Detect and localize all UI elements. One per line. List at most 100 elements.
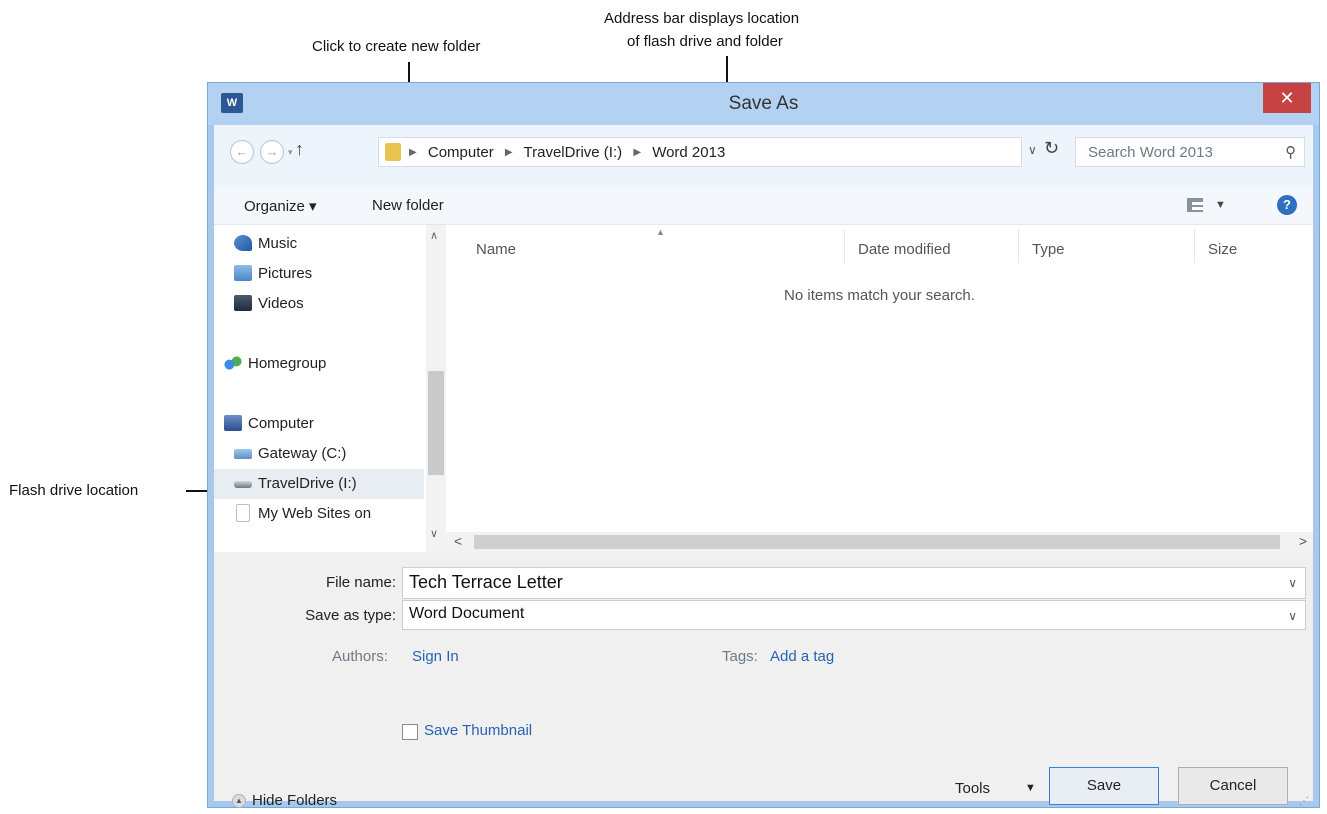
breadcrumb-separator-icon: ▶	[504, 147, 513, 158]
save-options-panel: File name: Tech Terrace Letter ∨ Save as…	[214, 552, 1313, 809]
chevron-down-icon[interactable]: ∨	[1288, 609, 1297, 623]
search-placeholder: Search Word 2013	[1088, 144, 1213, 161]
search-icon[interactable]: ⚲	[1285, 143, 1296, 161]
callout-address-line2: of flash drive and folder	[627, 33, 783, 50]
close-button[interactable]: ✕	[1263, 83, 1311, 113]
change-view-icon[interactable]	[1187, 198, 1203, 212]
breadcrumb-computer[interactable]: Computer	[428, 144, 494, 161]
hide-folders-icon[interactable]: ▲	[232, 794, 246, 808]
recent-locations-button[interactable]: ▾	[288, 147, 293, 158]
nav-item-gateway-c[interactable]: Gateway (C:)	[214, 439, 424, 469]
nav-item-computer[interactable]: Computer	[214, 409, 424, 439]
scroll-up-icon[interactable]: ∧	[430, 229, 438, 242]
chevron-down-icon[interactable]: ∨	[1288, 576, 1297, 590]
nav-item-traveldrive[interactable]: TravelDrive (I:)	[214, 469, 424, 499]
nav-item-music[interactable]: Music	[214, 229, 424, 259]
file-name-value: Tech Terrace Letter	[409, 572, 563, 592]
authors-field[interactable]: Sign In	[412, 648, 459, 665]
new-folder-button[interactable]: New folder	[372, 197, 444, 214]
navigation-bar: ← → ▾ ↑ ▶ Computer ▶ TravelDrive (I:) ▶ …	[214, 125, 1313, 187]
callout-new-folder: Click to create new folder	[312, 38, 481, 55]
navigation-pane: Music Pictures Videos Homegroup Computer…	[214, 225, 446, 552]
view-options-dropdown[interactable]: ▼	[1215, 199, 1226, 211]
breadcrumb: ▶ Computer ▶ TravelDrive (I:) ▶ Word 201…	[409, 144, 725, 161]
window-title: Save As	[728, 93, 799, 114]
save-as-type-value: Word Document	[409, 605, 525, 622]
column-divider[interactable]	[1018, 229, 1019, 263]
column-header-date-modified[interactable]: Date modified	[858, 241, 951, 258]
nav-item-label: Computer	[248, 415, 314, 432]
nav-item-label: Homegroup	[248, 355, 327, 372]
column-header-name[interactable]: Name	[476, 241, 516, 258]
up-arrow-icon: ↑	[295, 139, 304, 159]
dialog-body: ← → ▾ ↑ ▶ Computer ▶ TravelDrive (I:) ▶ …	[214, 125, 1313, 809]
save-thumbnail-label[interactable]: Save Thumbnail	[424, 722, 532, 739]
file-list: ▲ Name Date modified Type Size No items …	[446, 225, 1313, 532]
save-as-type-select[interactable]: Word Document ∨	[402, 600, 1306, 630]
computer-icon	[224, 415, 242, 431]
tags-label: Tags:	[722, 648, 758, 665]
pictures-icon	[234, 265, 252, 281]
back-button[interactable]: ←	[230, 140, 254, 164]
drive-icon	[234, 449, 252, 459]
scroll-right-icon[interactable]: >	[1299, 533, 1307, 549]
scroll-left-icon[interactable]: <	[454, 533, 462, 549]
empty-list-message: No items match your search.	[784, 287, 975, 304]
organize-menu-button[interactable]: Organize ▾	[244, 197, 317, 215]
save-button[interactable]: Save	[1049, 767, 1159, 805]
file-list-horizontal-scrollbar[interactable]: < >	[446, 532, 1313, 552]
authors-label: Authors:	[332, 648, 388, 665]
homegroup-icon	[224, 355, 242, 371]
nav-item-videos[interactable]: Videos	[214, 289, 424, 319]
nav-item-homegroup[interactable]: Homegroup	[214, 349, 424, 379]
column-header-type[interactable]: Type	[1032, 241, 1065, 258]
nav-item-label: Videos	[258, 295, 304, 312]
nav-item-label: Music	[258, 235, 298, 252]
folder-icon	[385, 143, 401, 161]
callout-address-line1: Address bar displays location	[604, 10, 800, 27]
file-name-field[interactable]: Tech Terrace Letter ∨	[402, 567, 1306, 599]
resize-grip-icon[interactable]: ⋰	[1299, 796, 1309, 807]
callout-flash-drive: Flash drive location	[9, 482, 139, 499]
address-history-dropdown[interactable]: ∨	[1028, 143, 1037, 157]
address-bar[interactable]: ▶ Computer ▶ TravelDrive (I:) ▶ Word 201…	[378, 137, 1022, 167]
save-thumbnail-checkbox[interactable]	[402, 724, 418, 740]
search-input[interactable]: Search Word 2013 ⚲	[1075, 137, 1305, 167]
scroll-down-icon[interactable]: ∨	[430, 527, 438, 540]
title-bar[interactable]: W Save As ✕	[208, 83, 1319, 125]
nav-item-pictures[interactable]: Pictures	[214, 259, 424, 289]
tools-menu-button[interactable]: Tools	[955, 780, 990, 797]
command-bar: Organize ▾ New folder ▼ ?	[214, 187, 1313, 225]
scrollbar-thumb[interactable]	[474, 535, 1280, 549]
hide-folders-button[interactable]: Hide Folders	[252, 792, 337, 809]
close-icon: ✕	[1279, 88, 1295, 108]
column-header-size[interactable]: Size	[1208, 241, 1237, 258]
navigation-pane-scrollbar[interactable]: ∧ ∨	[426, 225, 446, 552]
back-arrow-icon: ←	[235, 144, 249, 159]
file-name-label: File name:	[325, 574, 396, 591]
usb-drive-icon	[234, 481, 252, 488]
chevron-down-icon: ▾	[288, 147, 293, 157]
forward-arrow-icon: →	[265, 144, 279, 159]
nav-item-label: Pictures	[258, 265, 313, 282]
save-as-type-label: Save as type:	[305, 607, 396, 624]
column-divider[interactable]	[1194, 229, 1195, 263]
nav-item-my-web-sites[interactable]: My Web Sites on	[214, 499, 424, 529]
column-divider[interactable]	[844, 229, 845, 263]
forward-button[interactable]: →	[260, 140, 284, 164]
nav-item-label: Gateway (C:)	[258, 445, 347, 462]
scrollbar-thumb[interactable]	[428, 371, 444, 475]
up-button[interactable]: ↑	[295, 139, 304, 160]
breadcrumb-word-2013[interactable]: Word 2013	[652, 144, 725, 161]
refresh-button[interactable]: ↻	[1044, 138, 1059, 159]
sort-ascending-icon: ▲	[656, 227, 665, 237]
videos-icon	[234, 295, 252, 311]
music-icon	[234, 235, 252, 251]
nav-item-label: My Web Sites on	[258, 505, 372, 522]
cancel-button[interactable]: Cancel	[1178, 767, 1288, 805]
tags-field[interactable]: Add a tag	[770, 648, 834, 665]
tools-dropdown-icon[interactable]: ▼	[1025, 782, 1036, 794]
breadcrumb-traveldrive[interactable]: TravelDrive (I:)	[524, 144, 623, 161]
help-icon[interactable]: ?	[1277, 195, 1297, 215]
save-as-dialog: W Save As ✕ ← → ▾ ↑ ▶ Computer ▶ TravelD…	[207, 82, 1320, 809]
